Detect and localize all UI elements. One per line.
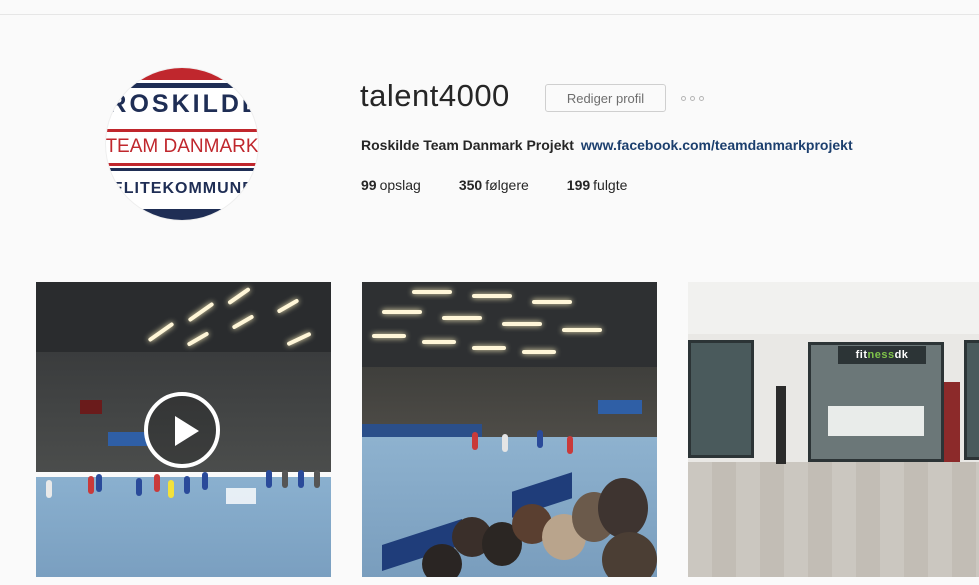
ceiling-light	[502, 322, 542, 326]
post-tile-video[interactable]	[36, 282, 331, 577]
bio-full-name: Roskilde Team Danmark Projekt	[361, 137, 574, 153]
shop-window	[964, 340, 979, 460]
player	[282, 470, 288, 488]
avatar-logo-subtext: TEAM DANMARK	[106, 136, 258, 157]
stat-posts-count: 99	[361, 177, 377, 193]
stat-followers[interactable]: 350 følgere	[459, 177, 529, 193]
stat-following-label: fulgte	[593, 177, 628, 193]
stat-following-count: 199	[566, 177, 591, 193]
player	[154, 474, 160, 492]
bio-website-link[interactable]: www.facebook.com/teamdanmarkprojekt	[581, 137, 853, 153]
stat-followers-label: følgere	[485, 177, 529, 193]
player	[502, 434, 508, 452]
goal	[226, 488, 256, 504]
play-icon[interactable]	[144, 392, 220, 468]
scoreboard	[80, 400, 102, 414]
stat-posts: 99 opslag	[361, 177, 421, 193]
avatar-divider-red-2	[106, 163, 258, 166]
profile-avatar[interactable]: ROSKILDE TEAM DANMARK ELITEKOMMUNE	[106, 68, 258, 220]
avatar-divider-blue	[106, 168, 258, 171]
player	[46, 480, 52, 498]
player	[266, 470, 272, 488]
mall-ceiling	[688, 282, 979, 334]
post-tile-photo[interactable]	[362, 282, 657, 577]
display-stand	[944, 382, 960, 462]
avatar-logo-text: ROSKILDE	[108, 90, 258, 118]
profile-bio: Roskilde Team Danmark Projekt www.facebo…	[361, 137, 853, 153]
reception-desk	[828, 406, 924, 436]
ceiling-light	[372, 334, 406, 338]
post-tile-photo[interactable]: fitnessdk	[688, 282, 979, 577]
dot	[699, 95, 704, 101]
ceiling-light	[442, 316, 482, 320]
player	[96, 474, 102, 492]
profile-stats: 99 opslag 350 følgere 199 fulgte	[361, 177, 665, 193]
avatar-stripe-blue	[106, 83, 258, 88]
player	[136, 478, 142, 496]
avatar-divider-red	[106, 129, 258, 132]
sign-text-suffix: dk	[894, 349, 909, 361]
player	[567, 436, 573, 454]
ellipsis-icon[interactable]	[681, 90, 711, 106]
spectator	[598, 478, 648, 538]
store-sign: fitnessdk	[838, 346, 926, 364]
player	[314, 470, 320, 488]
ceiling-light	[532, 300, 572, 304]
ceiling-light	[562, 328, 602, 332]
header-divider	[0, 14, 979, 15]
banner	[598, 400, 642, 414]
dot	[681, 95, 686, 101]
player	[472, 432, 478, 450]
player	[88, 476, 94, 494]
edit-profile-button[interactable]: Rediger profil	[545, 84, 666, 112]
ceiling-light	[522, 350, 556, 354]
sign-stand	[776, 386, 786, 464]
mall-floor	[688, 462, 979, 577]
sign-text-green: ness	[867, 349, 895, 361]
spectator	[422, 544, 462, 577]
player	[168, 480, 174, 498]
ceiling-light	[382, 310, 422, 314]
banner	[362, 424, 482, 438]
avatar-logo-bottom-text: ELITEKOMMUNE	[112, 180, 254, 197]
player	[184, 476, 190, 494]
ceiling-light	[472, 294, 512, 298]
avatar-stripe-bottom	[106, 209, 258, 220]
ceiling-light	[412, 290, 452, 294]
ceiling-light	[422, 340, 456, 344]
sign-text: fit	[855, 349, 868, 361]
player	[298, 470, 304, 488]
ceiling-light	[472, 346, 506, 350]
avatar-stripe-red	[106, 68, 258, 80]
player	[202, 472, 208, 490]
shop-window	[688, 340, 754, 458]
player	[537, 430, 543, 448]
stat-posts-label: opslag	[379, 177, 421, 193]
profile-username: talent4000	[360, 78, 510, 113]
stat-followers-count: 350	[458, 177, 483, 193]
dot	[690, 95, 695, 101]
stat-following[interactable]: 199 fulgte	[567, 177, 628, 193]
banner	[108, 432, 148, 446]
